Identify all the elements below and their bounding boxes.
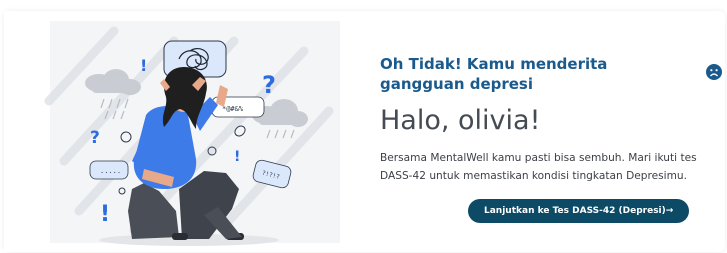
result-headline: Oh Tidak! Kamu menderita gangguan depres… xyxy=(380,55,608,93)
scribble-text: *@#&% xyxy=(222,105,244,113)
svg-text:.....: ..... xyxy=(100,167,121,175)
sad-face-icon xyxy=(706,64,722,80)
stressed-woman-illustration: *@#&% ..... ?!?!? ! ? ? ! ! xyxy=(4,11,349,252)
svg-text:?: ? xyxy=(262,71,276,99)
svg-text:?: ? xyxy=(90,128,100,148)
continue-dass42-button[interactable]: Lanjutkan ke Tes DASS-42 (Depresi)→ xyxy=(468,199,690,223)
svg-text:!: ! xyxy=(100,202,110,227)
svg-text:!: ! xyxy=(140,56,147,75)
result-card: *@#&% ..... ?!?!? ! ? ? ! ! Oh Tidak! Ka… xyxy=(4,11,725,252)
svg-text:!: ! xyxy=(234,149,240,165)
result-description: Bersama MentalWell kamu pasti bisa sembu… xyxy=(380,152,697,182)
greeting-title: Halo, olivia! xyxy=(380,105,541,136)
